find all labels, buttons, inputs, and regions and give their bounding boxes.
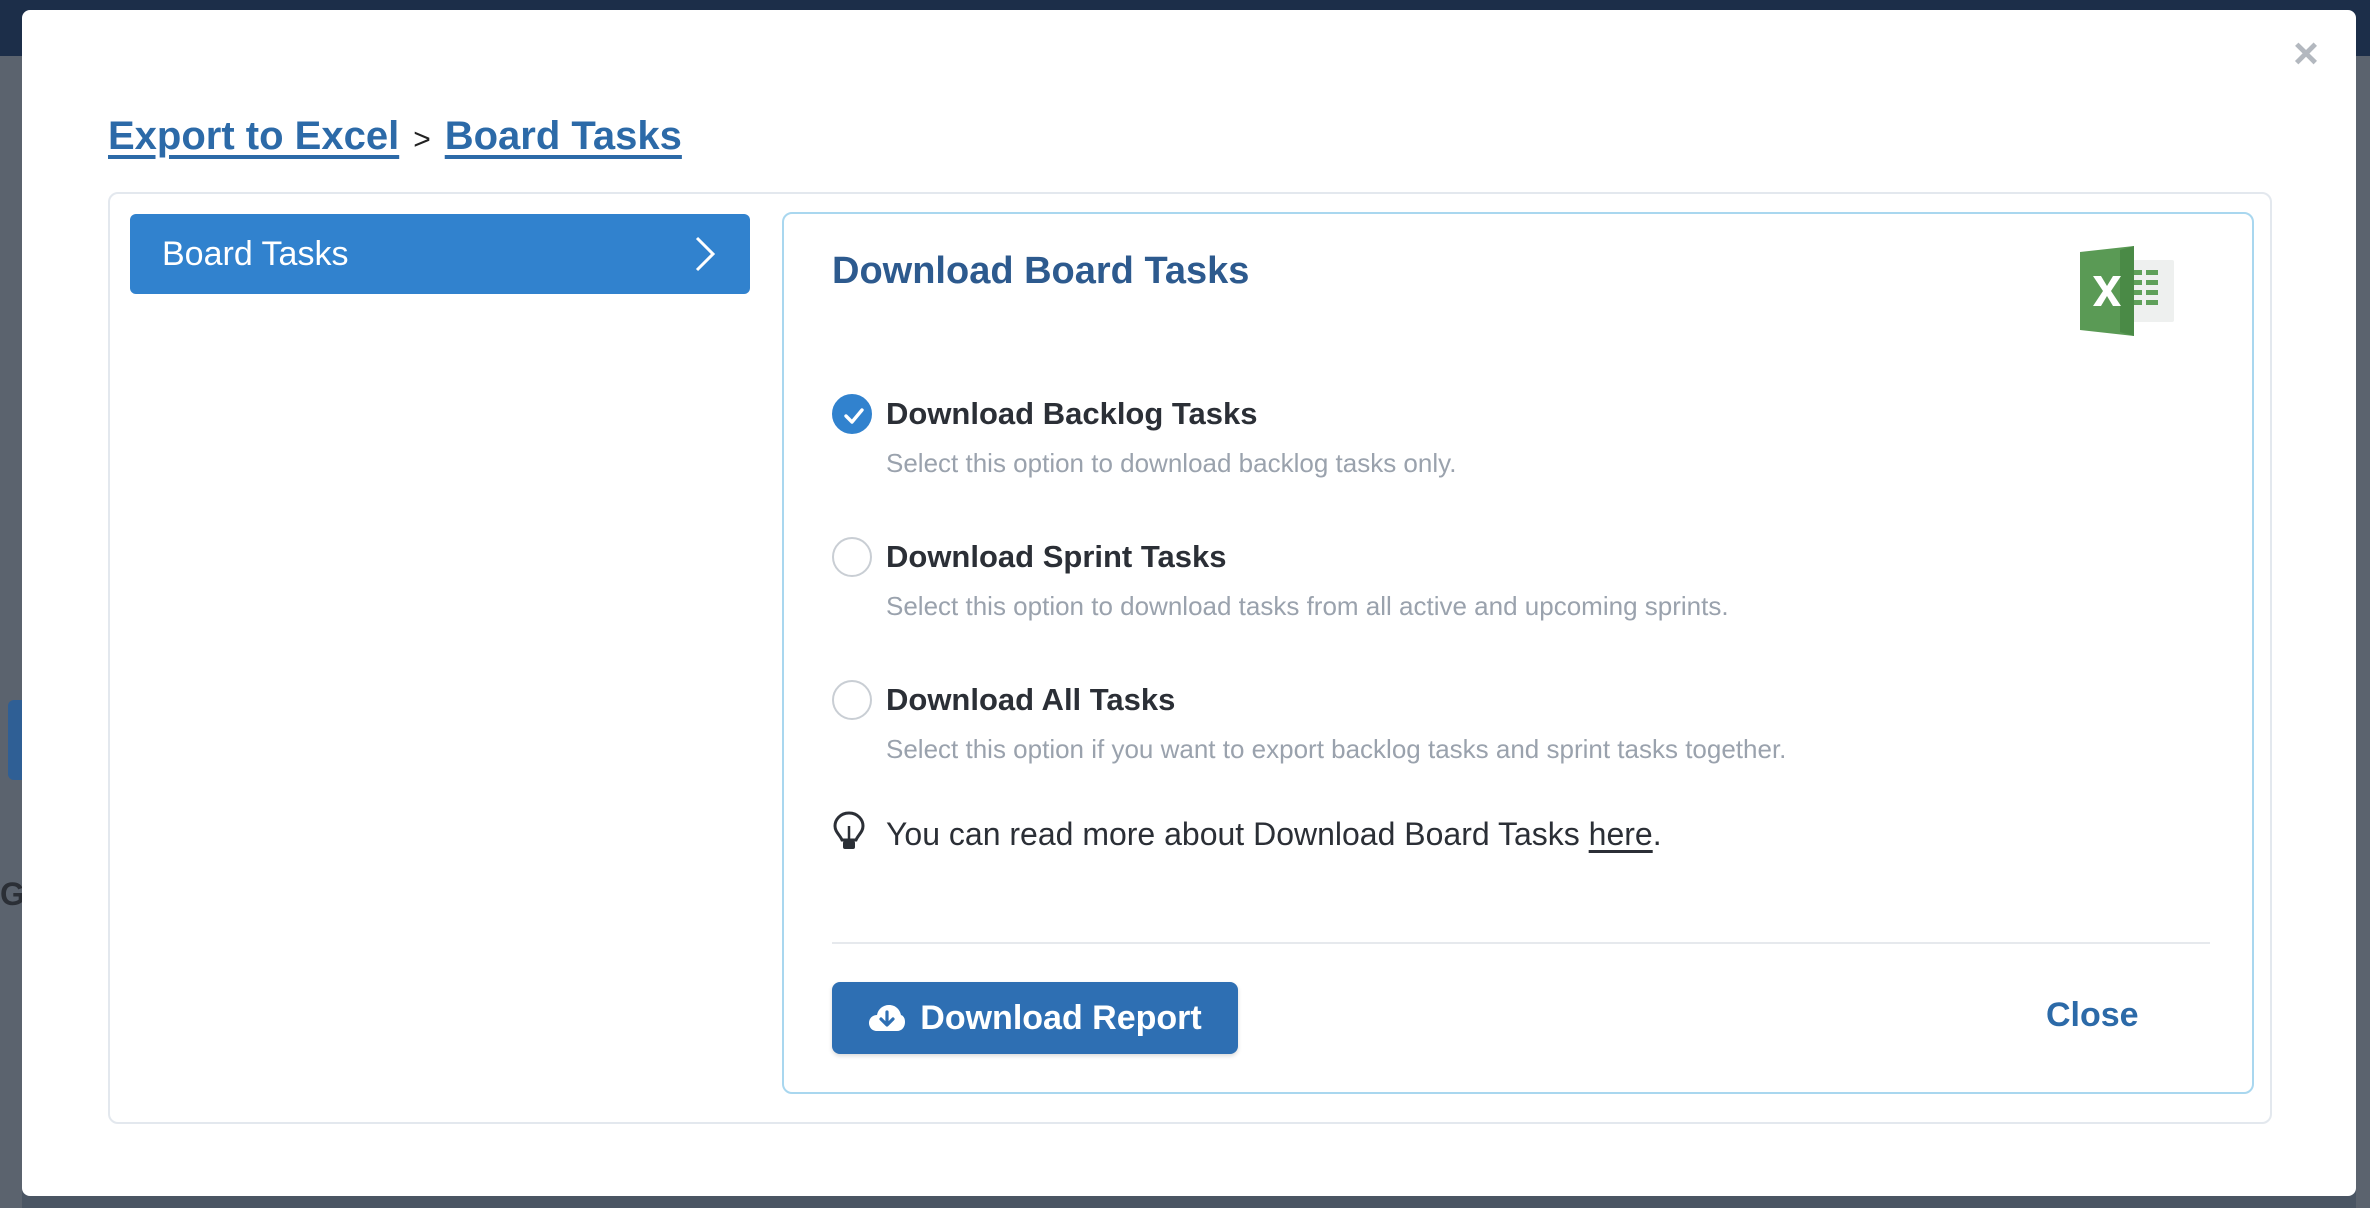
radio-backlog[interactable]	[832, 394, 872, 434]
excel-icon	[2080, 246, 2176, 341]
option-label[interactable]: Download Backlog Tasks	[886, 394, 1258, 434]
cloud-download-icon	[869, 1005, 906, 1031]
download-report-button[interactable]: Download Report	[832, 982, 1238, 1054]
close-icon[interactable]: ×	[2286, 32, 2326, 76]
backdrop-right	[2356, 56, 2370, 1208]
tip-text-before: You can read more about Download Board T…	[886, 816, 1589, 852]
radio-all[interactable]	[832, 680, 872, 720]
check-icon	[844, 408, 864, 424]
breadcrumb: Export to Excel > Board Tasks	[108, 114, 682, 159]
lightbulb-icon	[832, 810, 872, 859]
chevron-right-icon	[694, 235, 716, 273]
backdrop-text: G	[0, 876, 22, 912]
radio-sprint[interactable]	[832, 537, 872, 577]
option-description: Select this option to download tasks fro…	[886, 591, 1729, 621]
option-label[interactable]: Download Sprint Tasks	[886, 537, 1226, 577]
download-report-label: Download Report	[920, 998, 1202, 1037]
divider	[832, 942, 2210, 944]
backdrop-button-edge	[8, 700, 22, 780]
export-panel: Board Tasks Download Board Tasks Downloa…	[108, 192, 2272, 1124]
sidebar-item-label: Board Tasks	[162, 234, 349, 273]
breadcrumb-separator: >	[413, 123, 431, 156]
breadcrumb-export-link[interactable]: Export to Excel	[108, 114, 399, 159]
tip-text: You can read more about Download Board T…	[886, 816, 1662, 853]
close-button[interactable]: Close	[2046, 996, 2139, 1035]
option-label[interactable]: Download All Tasks	[886, 680, 1175, 720]
here-link[interactable]: here	[1589, 816, 1653, 852]
backdrop-left	[0, 56, 22, 1208]
option-description: Select this option if you want to export…	[886, 734, 1787, 764]
download-board-tasks-card: Download Board Tasks Download Backlog Ta…	[782, 212, 2254, 1094]
option-description: Select this option to download backlog t…	[886, 448, 1457, 478]
help-tip: You can read more about Download Board T…	[832, 810, 1662, 859]
tip-text-after: .	[1652, 816, 1662, 852]
breadcrumb-board-tasks-link[interactable]: Board Tasks	[445, 114, 682, 159]
sidebar-item-board-tasks[interactable]: Board Tasks	[130, 214, 750, 294]
export-modal: × Export to Excel > Board Tasks Board Ta…	[22, 10, 2356, 1196]
page-title: Download Board Tasks	[832, 250, 1250, 292]
